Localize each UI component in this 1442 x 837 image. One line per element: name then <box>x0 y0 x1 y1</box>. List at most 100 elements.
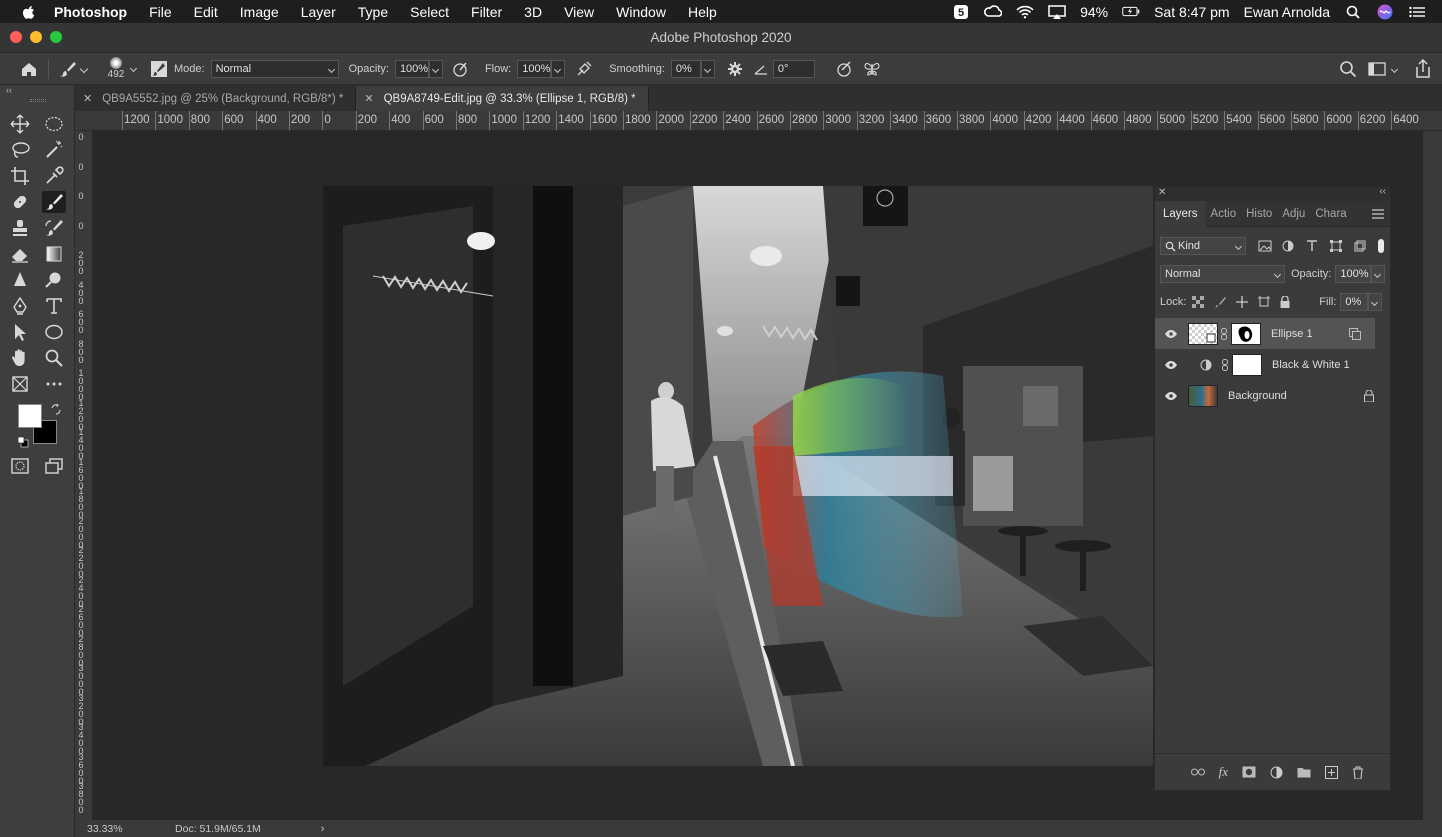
wifi-icon[interactable] <box>1016 5 1034 19</box>
elliptical-marquee-tool-icon[interactable] <box>42 113 66 135</box>
panel-menu-icon[interactable] <box>1372 208 1384 219</box>
menu-edit[interactable]: Edit <box>194 4 218 20</box>
flow-field[interactable]: 100% <box>517 59 552 78</box>
airplay-icon[interactable] <box>1048 4 1066 19</box>
notification-center-icon[interactable] <box>1408 5 1426 19</box>
adjustment-layer-icon[interactable] <box>1200 359 1212 371</box>
layer-opacity-field[interactable]: 100% <box>1335 265 1372 283</box>
layer-row-black-white-1[interactable]: Black & White 1 <box>1155 349 1390 380</box>
screen-mode-icon[interactable] <box>42 455 66 477</box>
menu-file[interactable]: File <box>149 4 172 20</box>
visibility-eye-icon[interactable] <box>1164 360 1178 370</box>
filter-toggle-switch[interactable] <box>1378 239 1384 253</box>
add-layer-mask-icon[interactable] <box>1242 766 1256 778</box>
menu-select[interactable]: Select <box>410 4 449 20</box>
zoom-level[interactable]: 33.33% <box>87 823 163 835</box>
tab-character[interactable]: Chara <box>1310 201 1351 227</box>
brush-size-picker[interactable]: 492 <box>105 57 127 80</box>
ellipse-tool-icon[interactable] <box>42 321 66 343</box>
collapse-panel-icon[interactable]: ‹‹ <box>6 85 12 95</box>
link-chain-icon[interactable] <box>1221 327 1227 340</box>
smoothing-dropdown[interactable] <box>700 59 715 78</box>
close-tab-icon[interactable]: ✕ <box>83 92 92 105</box>
eraser-tool-icon[interactable] <box>8 243 32 265</box>
mode-dropdown[interactable]: Normal <box>210 59 339 78</box>
skype-icon[interactable]: 5 <box>952 4 970 19</box>
pen-tool-icon[interactable] <box>8 295 32 317</box>
more-tools-icon[interactable] <box>42 373 66 395</box>
horizontal-ruler[interactable]: 1200 1000 800 600 400 200 0 200 400 600 800 1000 120… <box>75 111 1442 131</box>
user-name[interactable]: Ewan Arnolda <box>1244 4 1330 20</box>
close-window-button[interactable] <box>10 31 22 43</box>
tab-adjustments[interactable]: Adju <box>1277 201 1310 227</box>
menu-help[interactable]: Help <box>688 4 717 20</box>
dodge-tool-icon[interactable] <box>42 269 66 291</box>
type-tool-icon[interactable] <box>42 295 66 317</box>
lock-transparent-pixels-icon[interactable] <box>1192 296 1205 308</box>
status-chevron-right-icon[interactable]: › <box>321 823 325 835</box>
lock-position-icon[interactable] <box>1236 296 1249 308</box>
brush-tool-preset-icon[interactable] <box>59 60 89 78</box>
lock-artboard-icon[interactable] <box>1258 296 1271 308</box>
opacity-dropdown[interactable] <box>428 59 443 78</box>
document-tab-2[interactable]: ✕ QB9A8749-Edit.jpg @ 33.3% (Ellipse 1, … <box>356 86 649 111</box>
flow-dropdown[interactable] <box>551 59 566 78</box>
menu-image[interactable]: Image <box>240 4 279 20</box>
new-adjustment-layer-icon[interactable] <box>1270 766 1283 779</box>
home-icon[interactable] <box>20 60 38 78</box>
layer-mask-thumbnail[interactable] <box>1231 322 1261 345</box>
new-layer-icon[interactable] <box>1325 765 1338 779</box>
document-image[interactable] <box>323 186 1153 766</box>
layer-name[interactable]: Ellipse 1 <box>1271 328 1313 340</box>
menu-type[interactable]: Type <box>358 4 388 20</box>
history-brush-tool-icon[interactable] <box>42 217 66 239</box>
layer-name[interactable]: Black & White 1 <box>1272 359 1350 371</box>
collapse-panel-icon[interactable]: ‹‹ <box>1379 186 1386 197</box>
minimize-window-button[interactable] <box>30 31 42 43</box>
close-tab-icon[interactable]: ✕ <box>364 92 373 105</box>
filter-adjustment-layers-icon[interactable] <box>1282 240 1294 252</box>
vertical-scrollbar[interactable] <box>1423 131 1442 820</box>
vertical-ruler[interactable]: 00002 0 04 0 06 0 08 0 01 0 0 01 2 0 01 … <box>75 131 93 820</box>
share-icon[interactable] <box>1414 59 1432 79</box>
menu-3d[interactable]: 3D <box>524 4 542 20</box>
filter-smart-objects-icon[interactable] <box>1354 240 1366 252</box>
magic-wand-tool-icon[interactable] <box>42 139 66 161</box>
crop-tool-icon[interactable] <box>8 165 32 187</box>
new-group-folder-icon[interactable] <box>1297 766 1311 778</box>
lasso-tool-icon[interactable] <box>8 139 32 161</box>
layer-filter-kind-dropdown[interactable]: Kind <box>1160 237 1246 255</box>
menu-layer[interactable]: Layer <box>301 4 336 20</box>
layer-row-ellipse-1[interactable]: Ellipse 1 <box>1155 318 1375 349</box>
siri-icon[interactable] <box>1376 4 1394 19</box>
path-selection-tool-icon[interactable] <box>8 321 32 343</box>
menu-window[interactable]: Window <box>616 4 666 20</box>
brush-tool-icon[interactable] <box>42 191 66 213</box>
apple-icon[interactable] <box>18 4 40 20</box>
layer-row-background[interactable]: Background <box>1155 380 1390 411</box>
filter-pixel-layers-icon[interactable] <box>1258 240 1272 252</box>
layer-thumbnail[interactable] <box>1188 322 1218 345</box>
eyedropper-tool-icon[interactable] <box>42 165 66 187</box>
foreground-color-swatch[interactable] <box>18 404 42 428</box>
zoom-tool-icon[interactable] <box>42 347 66 369</box>
menu-view[interactable]: View <box>564 4 594 20</box>
tab-actions[interactable]: Actio <box>1206 201 1242 227</box>
layer-name[interactable]: Background <box>1228 390 1287 402</box>
layer-mask-thumbnail[interactable] <box>1232 353 1262 376</box>
search-icon[interactable] <box>1339 60 1357 78</box>
lock-all-icon[interactable] <box>1280 296 1290 308</box>
brush-angle-field[interactable]: 0° <box>772 59 815 78</box>
zoom-window-button[interactable] <box>50 31 62 43</box>
layer-opacity-dropdown[interactable] <box>1371 265 1386 283</box>
menu-photoshop[interactable]: Photoshop <box>54 4 127 20</box>
delete-layer-trash-icon[interactable] <box>1352 765 1364 779</box>
frame-tool-icon[interactable] <box>8 373 32 395</box>
battery-icon[interactable] <box>1122 5 1140 19</box>
link-chain-icon[interactable] <box>1222 358 1228 371</box>
clone-stamp-tool-icon[interactable] <box>8 217 32 239</box>
pressure-size-icon[interactable] <box>835 60 853 78</box>
link-layers-icon[interactable] <box>1190 767 1205 777</box>
clock[interactable]: Sat 8:47 pm <box>1154 4 1230 20</box>
creative-cloud-icon[interactable] <box>984 4 1003 19</box>
